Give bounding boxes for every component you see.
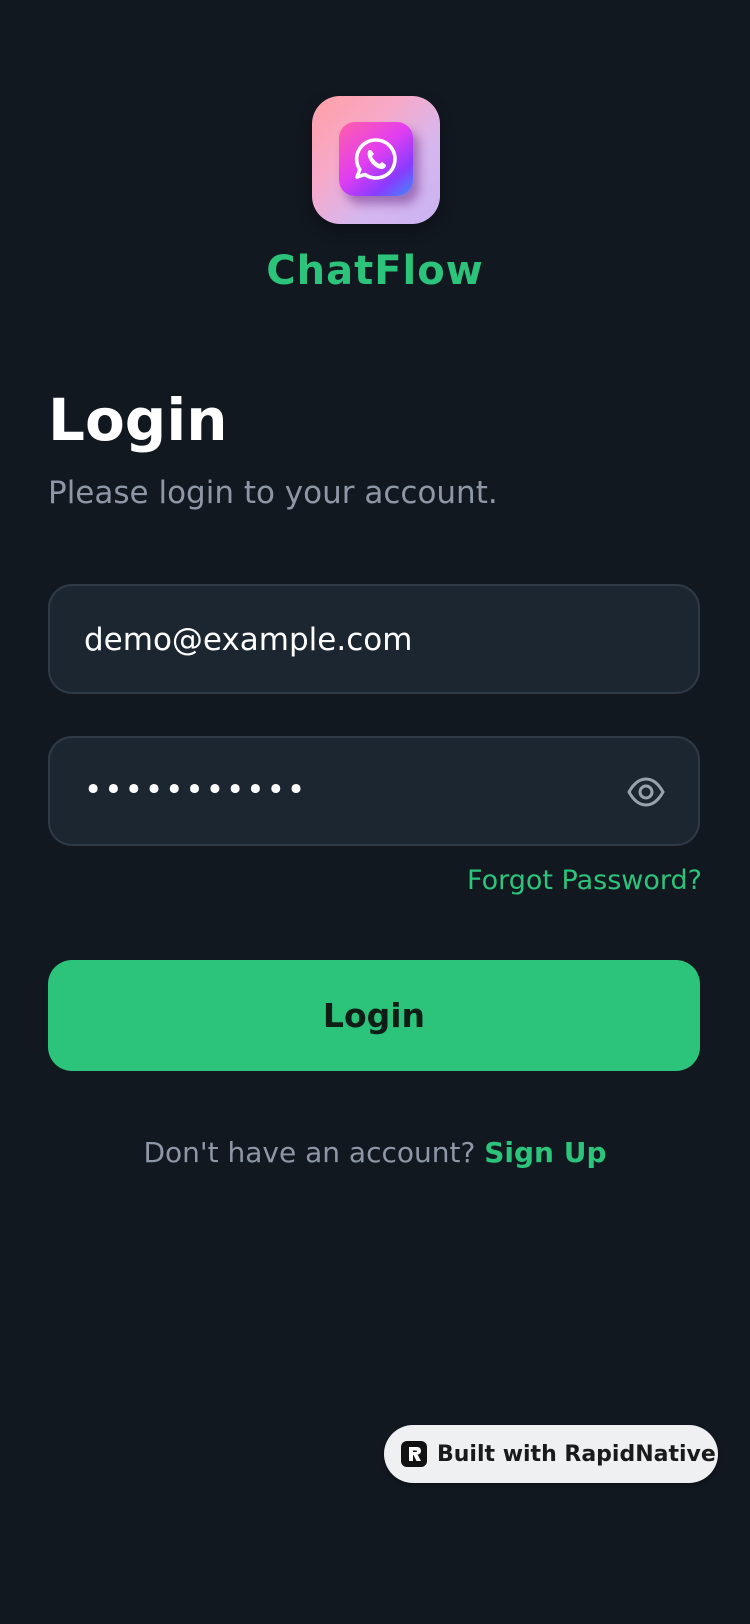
signup-prompt-row: Don't have an account? Sign Up: [0, 1136, 750, 1169]
eye-icon[interactable]: [626, 774, 666, 810]
login-button-label: Login: [322, 996, 426, 1035]
signup-prompt: Don't have an account?: [143, 1136, 476, 1169]
whatsapp-icon: [339, 122, 413, 196]
password-field[interactable]: •••••••••••: [48, 736, 700, 846]
built-with-badge[interactable]: Built with RapidNative: [384, 1425, 718, 1483]
email-value: demo@example.com: [84, 622, 413, 658]
password-value: •••••••••••: [84, 772, 308, 808]
email-field[interactable]: demo@example.com: [48, 584, 700, 694]
forgot-password-link[interactable]: Forgot Password?: [467, 865, 702, 896]
signup-link[interactable]: Sign Up: [484, 1136, 606, 1169]
page-title: Login: [48, 386, 228, 454]
page-subtitle: Please login to your account.: [48, 475, 498, 511]
app-logo: [312, 96, 440, 224]
app-name: ChatFlow: [266, 248, 484, 294]
login-button[interactable]: Login: [48, 960, 700, 1071]
rapidnative-logo-icon: [401, 1441, 427, 1467]
badge-label: Built with RapidNative: [437, 1441, 716, 1467]
